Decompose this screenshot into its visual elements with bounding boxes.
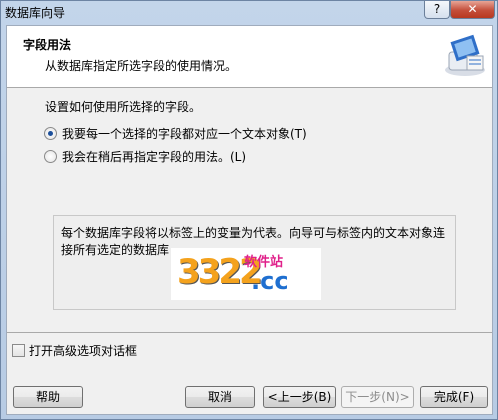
next-button[interactable]: 下一步(N)> [341, 386, 414, 408]
advanced-options-toggle[interactable]: 打开高级选项对话框 [12, 342, 137, 359]
watermark-suffix: .cc [251, 267, 289, 295]
wizard-window: 数据库向导 ? ✕ 字段用法 从数据库指定所选字段的使用情况。 设置如何使用所选… [0, 0, 498, 420]
usage-prompt-label: 设置如何使用所选择的字段。 [45, 100, 202, 114]
radio-selected[interactable] [44, 127, 57, 140]
watermark-logo: 3322 软件站 .cc [171, 248, 321, 300]
divider [7, 332, 492, 333]
advanced-options-label: 打开高级选项对话框 [29, 344, 138, 358]
help-title-button[interactable]: ? [424, 1, 450, 19]
wizard-header: 字段用法 从数据库指定所选字段的使用情况。 [7, 26, 492, 88]
page-subtitle: 从数据库指定所选字段的使用情况。 [45, 59, 238, 73]
info-panel: 每个数据库字段将以标签上的变量为代表。向导可与标签内的文本对象连接所有选定的数据… [53, 215, 456, 310]
close-button[interactable]: ✕ [450, 1, 495, 19]
option-specify-later[interactable]: 我会在稍后再指定字段的用法。(L) [44, 148, 246, 165]
finish-button[interactable]: 完成(F) [420, 386, 488, 408]
wizard-client-area: 字段用法 从数据库指定所选字段的使用情况。 设置如何使用所选择的字段。 我要每一… [6, 25, 493, 415]
window-title: 数据库向导 [5, 6, 66, 20]
page-title: 字段用法 [23, 38, 72, 52]
radio-unselected[interactable] [44, 150, 57, 163]
advanced-options-checkbox[interactable] [12, 344, 25, 357]
cancel-button[interactable]: 取消 [185, 386, 255, 408]
back-button[interactable]: <上一步(B) [263, 386, 336, 408]
option-text-object-per-field[interactable]: 我要每一个选择的字段都对应一个文本对象(T) [44, 125, 307, 142]
option-label: 我要每一个选择的字段都对应一个文本对象(T) [62, 127, 307, 141]
database-wizard-icon [445, 34, 485, 76]
option-label: 我会在稍后再指定字段的用法。(L) [62, 150, 247, 164]
title-bar: 数据库向导 ? ✕ [1, 1, 497, 23]
help-button[interactable]: 帮助 [13, 386, 83, 408]
